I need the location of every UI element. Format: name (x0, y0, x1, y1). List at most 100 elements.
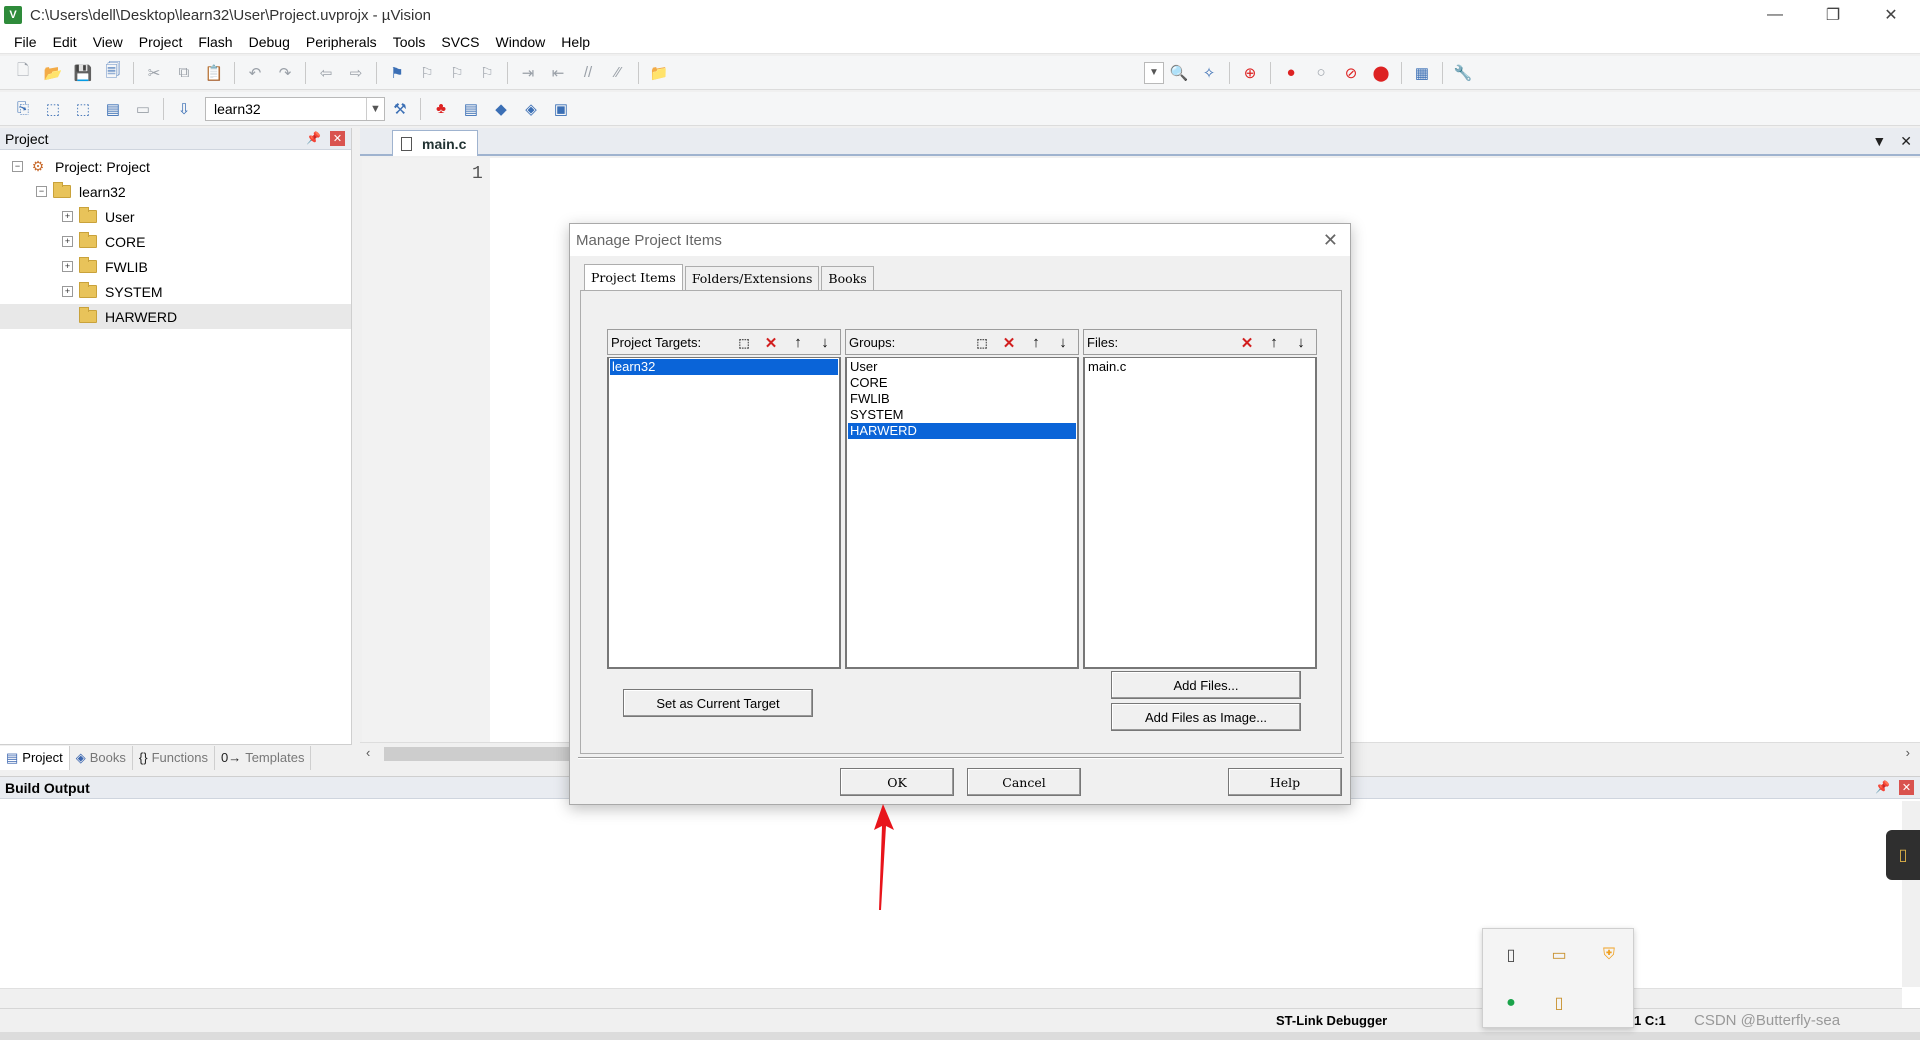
menu-edit[interactable]: Edit (45, 34, 85, 50)
menu-project[interactable]: Project (131, 34, 191, 50)
tree-target[interactable]: − learn32 (0, 179, 351, 204)
find-combo-dropdown[interactable]: ▼ (1144, 61, 1164, 84)
folder-tray-icon[interactable]: ▭ (1547, 943, 1571, 967)
groups-list[interactable]: User CORE FWLIB SYSTEM HARWERD (845, 357, 1079, 669)
list-item[interactable]: learn32 (610, 359, 838, 375)
list-item[interactable]: CORE (848, 375, 1076, 391)
menu-view[interactable]: View (85, 34, 131, 50)
manage-project-items-icon[interactable]: ♣ (428, 96, 454, 122)
ok-button[interactable]: OK (840, 768, 954, 796)
list-item[interactable]: HARWERD (848, 423, 1076, 439)
expand-icon[interactable]: + (62, 236, 73, 247)
tab-functions[interactable]: {} Functions (133, 745, 215, 770)
find-icon[interactable]: 🔍 (1166, 60, 1192, 86)
pin-icon[interactable]: 📌 (306, 131, 321, 145)
tab-templates[interactable]: 0→ Templates (215, 745, 312, 770)
breakpoint-icon[interactable]: ● (1278, 60, 1304, 86)
new-group-icon[interactable]: ⬚ (969, 332, 995, 353)
window-layout-icon[interactable]: ▦ (1409, 60, 1435, 86)
open-file-icon[interactable]: 📂 (40, 60, 66, 86)
close-tab-icon[interactable]: ✕ (1900, 133, 1912, 150)
paste-icon[interactable]: 📋 (201, 60, 227, 86)
redo-icon[interactable]: ↷ (272, 60, 298, 86)
list-item[interactable]: SYSTEM (848, 407, 1076, 423)
disable-breakpoint-icon[interactable]: ○ (1308, 60, 1334, 86)
kill-all-breakpoints-icon[interactable]: ⬤ (1368, 60, 1394, 86)
tree-group-fwlib[interactable]: + FWLIB (0, 254, 351, 279)
translate-icon[interactable]: ⎘ (10, 96, 36, 122)
download-icon[interactable]: ⇩ (171, 96, 197, 122)
menu-peripherals[interactable]: Peripherals (298, 34, 385, 50)
clear-bookmarks-icon[interactable]: ⚐ (474, 60, 500, 86)
close-window-button[interactable]: ✕ (1862, 0, 1920, 30)
menu-svcs[interactable]: SVCS (433, 34, 487, 50)
comment-icon[interactable]: // (575, 60, 601, 86)
close-panel-icon[interactable]: ✕ (1899, 780, 1914, 795)
scroll-left-icon[interactable]: ‹ (366, 745, 370, 760)
editor-tab-main-c[interactable]: main.c (392, 130, 478, 156)
move-down-icon[interactable]: ↓ (1050, 332, 1076, 353)
expand-icon[interactable]: + (62, 286, 73, 297)
tree-root[interactable]: − ⚙ Project: Project (0, 154, 351, 179)
tab-project-items[interactable]: Project Items (584, 264, 683, 290)
move-up-icon[interactable]: ↑ (785, 332, 811, 353)
menu-flash[interactable]: Flash (190, 34, 240, 50)
manage-multi-project-icon[interactable]: ▤ (458, 96, 484, 122)
menu-window[interactable]: Window (488, 34, 554, 50)
new-target-icon[interactable]: ⬚ (731, 332, 757, 353)
add-files-button[interactable]: Add Files... (1111, 671, 1301, 699)
tab-books[interactable]: ◈ Books (70, 745, 133, 770)
find-in-files-icon[interactable]: 📁 (646, 60, 672, 86)
tree-group-core[interactable]: + CORE (0, 229, 351, 254)
prev-bookmark-icon[interactable]: ⚐ (414, 60, 440, 86)
tab-books[interactable]: Books (821, 266, 874, 290)
unindent-icon[interactable]: ⇤ (545, 60, 571, 86)
tab-list-dropdown-icon[interactable]: ▼ (1872, 133, 1886, 150)
add-files-as-image-button[interactable]: Add Files as Image... (1111, 703, 1301, 731)
batch-build-icon[interactable]: ▤ (100, 96, 126, 122)
expand-icon[interactable]: + (62, 261, 73, 272)
nav-back-icon[interactable]: ⇦ (313, 60, 339, 86)
cancel-button[interactable]: Cancel (967, 768, 1081, 796)
tree-group-user[interactable]: + User (0, 204, 351, 229)
side-dock-widget-icon[interactable]: ▯ (1886, 830, 1920, 880)
build-output-vertical-scrollbar[interactable] (1902, 801, 1920, 987)
tab-project[interactable]: ▤ Project (0, 745, 70, 770)
move-down-icon[interactable]: ↓ (812, 332, 838, 353)
cut-icon[interactable]: ✂ (141, 60, 167, 86)
nav-forward-icon[interactable]: ⇨ (343, 60, 369, 86)
delete-group-icon[interactable]: ✕ (996, 332, 1022, 353)
scroll-right-icon[interactable]: › (1906, 745, 1910, 760)
project-targets-list[interactable]: learn32 (607, 357, 841, 669)
minimize-button[interactable]: — (1746, 0, 1804, 30)
menu-tools[interactable]: Tools (385, 34, 434, 50)
start-debug-icon[interactable]: ⊕ (1237, 60, 1263, 86)
manage-rte-icon[interactable]: ◈ (518, 96, 544, 122)
set-as-current-target-button[interactable]: Set as Current Target (623, 689, 813, 717)
usb-device-icon[interactable]: ▯ (1499, 943, 1523, 967)
incremental-find-icon[interactable]: ✧ (1196, 60, 1222, 86)
tab-folders-extensions[interactable]: Folders/Extensions (684, 266, 820, 290)
undo-icon[interactable]: ↶ (242, 60, 268, 86)
shield-icon[interactable]: ⛨ (1597, 943, 1621, 967)
move-up-icon[interactable]: ↑ (1023, 332, 1049, 353)
uncomment-icon[interactable]: ⁄⁄ (605, 60, 631, 86)
tree-group-system[interactable]: + SYSTEM (0, 279, 351, 304)
target-options-icon[interactable]: ⚒ (387, 96, 413, 122)
restore-button[interactable]: ❐ (1804, 0, 1862, 30)
build-icon[interactable]: ⬚ (40, 96, 66, 122)
collapse-icon[interactable]: − (12, 161, 23, 172)
list-item[interactable]: User (848, 359, 1076, 375)
menu-debug[interactable]: Debug (241, 34, 298, 50)
pin-icon[interactable]: 📌 (1875, 780, 1890, 794)
menu-help[interactable]: Help (553, 34, 598, 50)
close-panel-icon[interactable]: ✕ (330, 131, 345, 146)
pack-installer-icon[interactable]: ▣ (548, 96, 574, 122)
list-item[interactable]: FWLIB (848, 391, 1076, 407)
stop-build-icon[interactable]: ▭ (130, 96, 156, 122)
save-icon[interactable]: 💾 (70, 60, 96, 86)
files-list[interactable]: main.c (1083, 357, 1317, 669)
tree-group-harwerd[interactable]: HARWERD (0, 304, 351, 329)
move-up-icon[interactable]: ↑ (1261, 332, 1287, 353)
list-item[interactable]: main.c (1086, 359, 1314, 375)
